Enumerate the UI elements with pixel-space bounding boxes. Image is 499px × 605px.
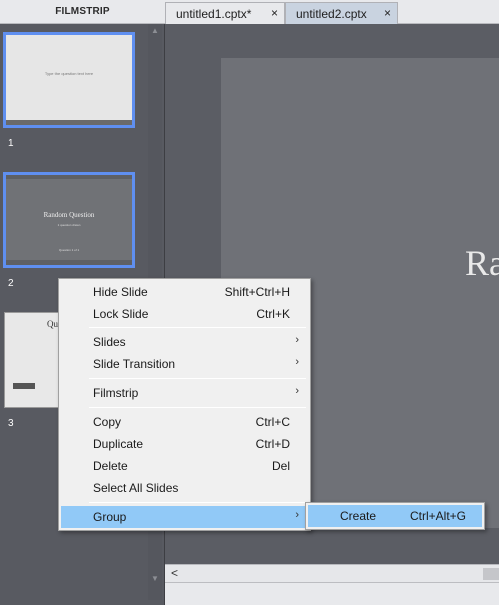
- menu-item-select-all-slides[interactable]: Select All Slides: [61, 477, 308, 499]
- bottom-panel: [165, 582, 499, 605]
- menu-separator: [89, 407, 306, 408]
- scroll-thumb[interactable]: [483, 568, 499, 580]
- close-icon[interactable]: ×: [384, 6, 391, 20]
- menu-item-label: Select All Slides: [93, 481, 179, 495]
- horizontal-scrollbar[interactable]: <: [165, 564, 499, 582]
- slide-2-footer-bar: [6, 260, 132, 265]
- menu-item-label: Lock Slide: [93, 307, 149, 321]
- slide-2-top-bar: [6, 175, 132, 179]
- menu-item-shortcut: Shift+Ctrl+H: [224, 285, 290, 299]
- close-icon[interactable]: ×: [271, 6, 278, 20]
- menu-item-label: Hide Slide: [93, 285, 148, 299]
- slide-1-footer-bar: [6, 120, 132, 125]
- slide-2-subtitle: 1 question drawn: [57, 223, 81, 227]
- menu-item-duplicate[interactable]: Duplicate Ctrl+D: [61, 433, 308, 455]
- menu-separator: [89, 502, 306, 503]
- tab-untitled2-label: untitled2.cptx: [296, 6, 367, 21]
- slide-2-preview: Random Question 1 question drawn Questio…: [6, 175, 132, 265]
- slide-1-preview: Type the question text here: [6, 35, 132, 125]
- slide-number-2: 2: [8, 278, 14, 289]
- chevron-right-icon: ›: [295, 356, 299, 368]
- slide-3-title: Qu: [47, 319, 58, 329]
- menu-item-create-group[interactable]: Create Ctrl+Alt+G: [308, 505, 482, 527]
- menu-item-shortcut: Ctrl+Alt+G: [409, 509, 466, 523]
- slide-number-1: 1: [8, 138, 14, 149]
- slide-2-title: Random Question: [43, 211, 95, 219]
- menu-item-shortcut: Ctrl+C: [255, 415, 290, 429]
- tab-untitled1[interactable]: untitled1.cptx* ×: [165, 2, 285, 24]
- scroll-down-icon[interactable]: ▼: [150, 574, 160, 584]
- app-window: FILMSTRIP Type the question text here 1 …: [0, 0, 499, 605]
- filmstrip-context-menu: Hide Slide Shift+Ctrl+H Lock Slide Ctrl+…: [58, 278, 311, 531]
- chevron-right-icon: ›: [295, 334, 299, 346]
- menu-item-hide-slide[interactable]: Hide Slide Shift+Ctrl+H: [61, 281, 308, 303]
- slide-1-caption: Type the question text here: [44, 71, 94, 76]
- menu-separator: [89, 327, 306, 328]
- menu-item-label: Duplicate: [93, 437, 144, 451]
- menu-item-shortcut: Del: [271, 459, 290, 473]
- slide-thumbnail-2[interactable]: Random Question 1 question drawn Questio…: [3, 172, 135, 268]
- menu-item-label: Group: [93, 510, 127, 524]
- menu-item-label: Slide Transition: [93, 357, 176, 371]
- tab-untitled1-label: untitled1.cptx*: [176, 6, 252, 21]
- menu-item-shortcut: Ctrl+K: [256, 307, 290, 321]
- menu-item-copy[interactable]: Copy Ctrl+C: [61, 411, 308, 433]
- document-tabbar: untitled1.cptx* × untitled2.cptx ×: [165, 0, 499, 24]
- menu-item-label: Create: [340, 509, 377, 523]
- slide-title: Ra: [465, 243, 499, 283]
- menu-item-label: Slides: [93, 335, 126, 349]
- menu-item-filmstrip[interactable]: Filmstrip ›: [61, 382, 308, 404]
- menu-item-lock-slide[interactable]: Lock Slide Ctrl+K: [61, 303, 308, 325]
- menu-item-label: Copy: [93, 415, 122, 429]
- menu-separator: [89, 378, 306, 379]
- menu-item-label: Filmstrip: [93, 386, 139, 400]
- menu-item-label: Delete: [93, 459, 128, 473]
- scroll-left-icon[interactable]: <: [171, 566, 178, 580]
- slide-thumbnail-1[interactable]: Type the question text here: [3, 32, 135, 128]
- menu-item-delete[interactable]: Delete Del: [61, 455, 308, 477]
- tab-untitled2[interactable]: untitled2.cptx ×: [285, 2, 398, 24]
- menu-item-group[interactable]: Group ›: [61, 506, 308, 528]
- slide-3-button: [13, 383, 35, 389]
- chevron-right-icon: ›: [295, 385, 299, 397]
- filmstrip-header: FILMSTRIP: [0, 0, 165, 24]
- menu-item-shortcut: Ctrl+D: [255, 437, 290, 451]
- menu-item-slide-transition[interactable]: Slide Transition ›: [61, 353, 308, 375]
- group-submenu: Create Ctrl+Alt+G: [305, 502, 485, 530]
- slide-2-footer: Question 1 of 1: [58, 248, 80, 252]
- scroll-up-icon[interactable]: ▲: [150, 26, 160, 36]
- slide-number-3: 3: [8, 418, 14, 429]
- menu-item-slides[interactable]: Slides ›: [61, 331, 308, 353]
- chevron-right-icon: ›: [295, 509, 299, 521]
